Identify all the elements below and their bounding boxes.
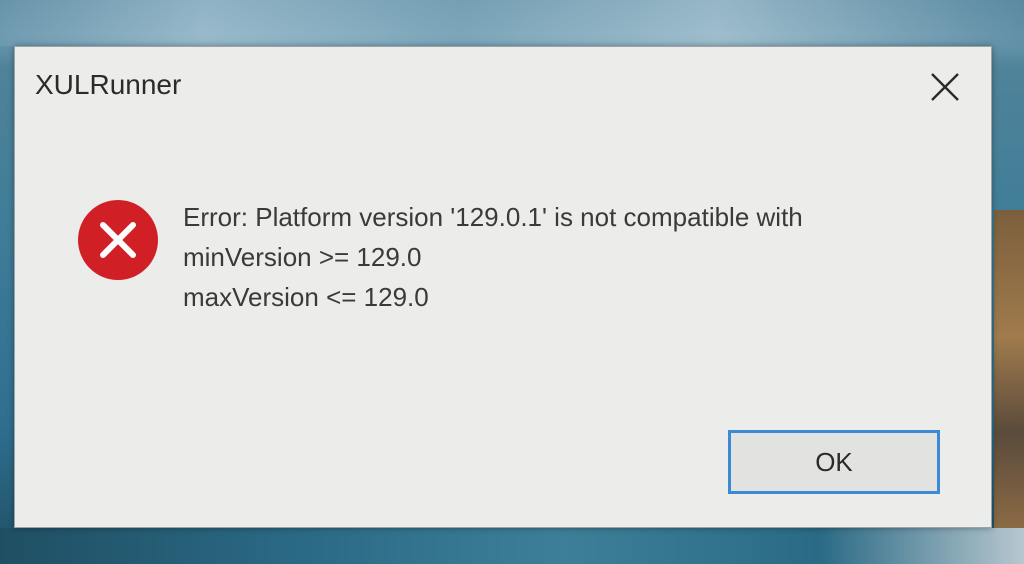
dialog-title: XULRunner: [35, 69, 182, 100]
close-button[interactable]: [915, 59, 975, 115]
message-line: minVersion >= 129.0: [183, 242, 422, 272]
desktop-background: [0, 0, 1024, 46]
ok-button[interactable]: OK: [728, 430, 940, 494]
desktop-background: [0, 528, 1024, 564]
error-icon: [78, 200, 158, 280]
error-message: Error: Platform version '129.0.1' is not…: [183, 197, 803, 317]
desktop-background: [994, 210, 1024, 528]
message-line: maxVersion <= 129.0: [183, 282, 429, 312]
error-dialog: XULRunner Error: Platform version '129.0…: [14, 46, 992, 528]
close-icon: [931, 73, 959, 101]
message-line: Error: Platform version '129.0.1' is not…: [183, 202, 803, 232]
